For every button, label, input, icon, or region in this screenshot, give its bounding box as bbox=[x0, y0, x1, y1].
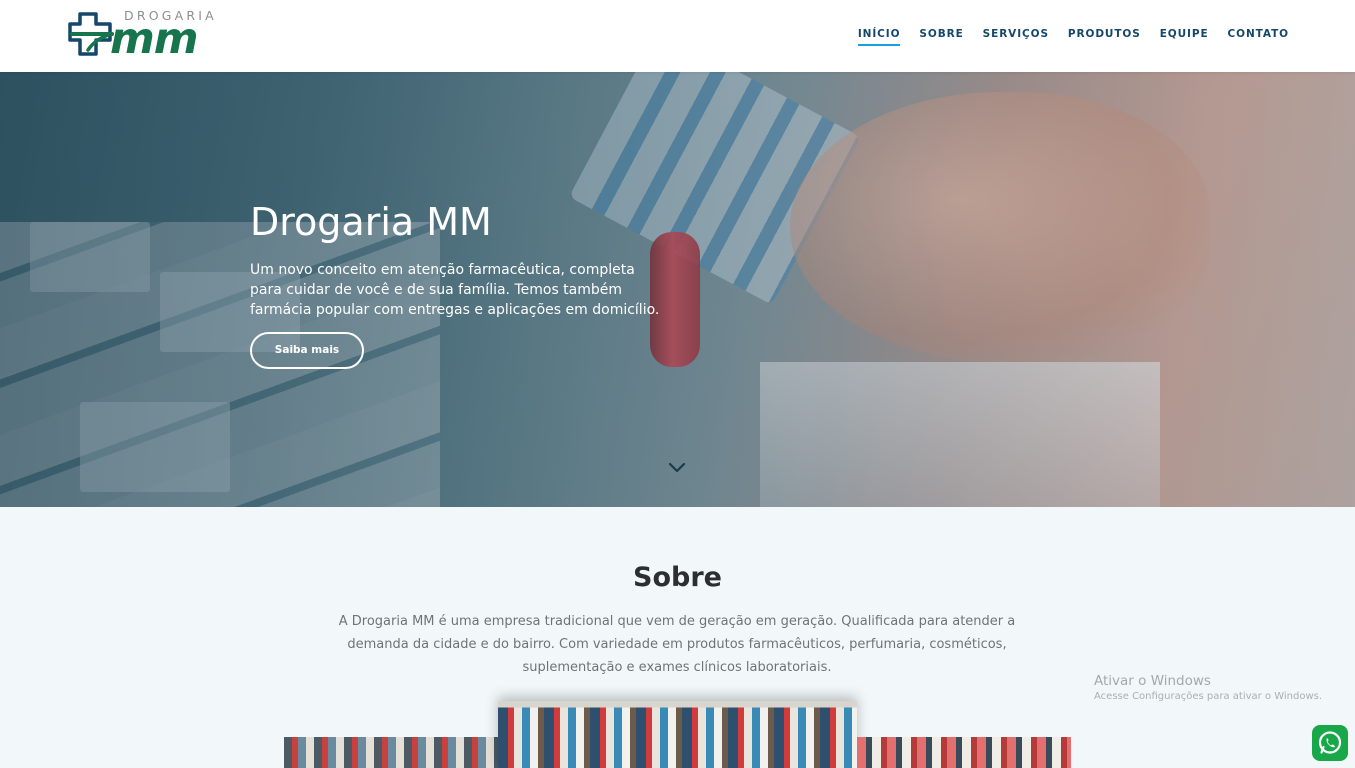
gallery-image-right[interactable] bbox=[857, 737, 1071, 768]
whatsapp-button[interactable] bbox=[1312, 725, 1348, 761]
chevron-down-icon[interactable] bbox=[668, 462, 686, 474]
nav-item-sobre[interactable]: SOBRE bbox=[919, 28, 963, 46]
saiba-mais-button[interactable]: Saiba mais bbox=[250, 332, 364, 369]
nav-item-produtos[interactable]: PRODUTOS bbox=[1068, 28, 1141, 46]
main-nav: INÍCIO SOBRE SERVIÇOS PRODUTOS EQUIPE CO… bbox=[857, 28, 1289, 46]
gallery-image-left[interactable] bbox=[284, 737, 498, 768]
logo-main-text: mm bbox=[110, 14, 199, 64]
sobre-description: A Drogaria MM é uma empresa tradicional … bbox=[338, 614, 1016, 675]
nav-item-contato[interactable]: CONTATO bbox=[1228, 28, 1289, 46]
hero-overlay bbox=[0, 72, 1355, 507]
nav-item-equipe[interactable]: EQUIPE bbox=[1160, 28, 1209, 46]
whatsapp-icon bbox=[1318, 731, 1342, 754]
gallery-image-center[interactable] bbox=[498, 701, 857, 768]
hero-section: Drogaria MM Um novo conceito em atenção … bbox=[0, 72, 1355, 507]
windows-activation-title: Ativar o Windows bbox=[1094, 673, 1211, 689]
hero-title: Drogaria MM bbox=[250, 200, 492, 244]
nav-item-servicos[interactable]: SERVIÇOS bbox=[983, 28, 1049, 46]
windows-activation-subtitle: Acesse Configurações para ativar o Windo… bbox=[1094, 691, 1323, 702]
nav-item-inicio[interactable]: INÍCIO bbox=[857, 28, 901, 46]
hero-description: Um novo conceito em atenção farmacêutica… bbox=[250, 262, 660, 318]
sobre-title: Sobre bbox=[633, 562, 722, 593]
site-header: DROGARIA mm INÍCIO SOBRE SERVIÇOS PRODUT… bbox=[0, 0, 1355, 72]
drogaria-mm-logo[interactable]: DROGARIA mm bbox=[66, 8, 226, 64]
